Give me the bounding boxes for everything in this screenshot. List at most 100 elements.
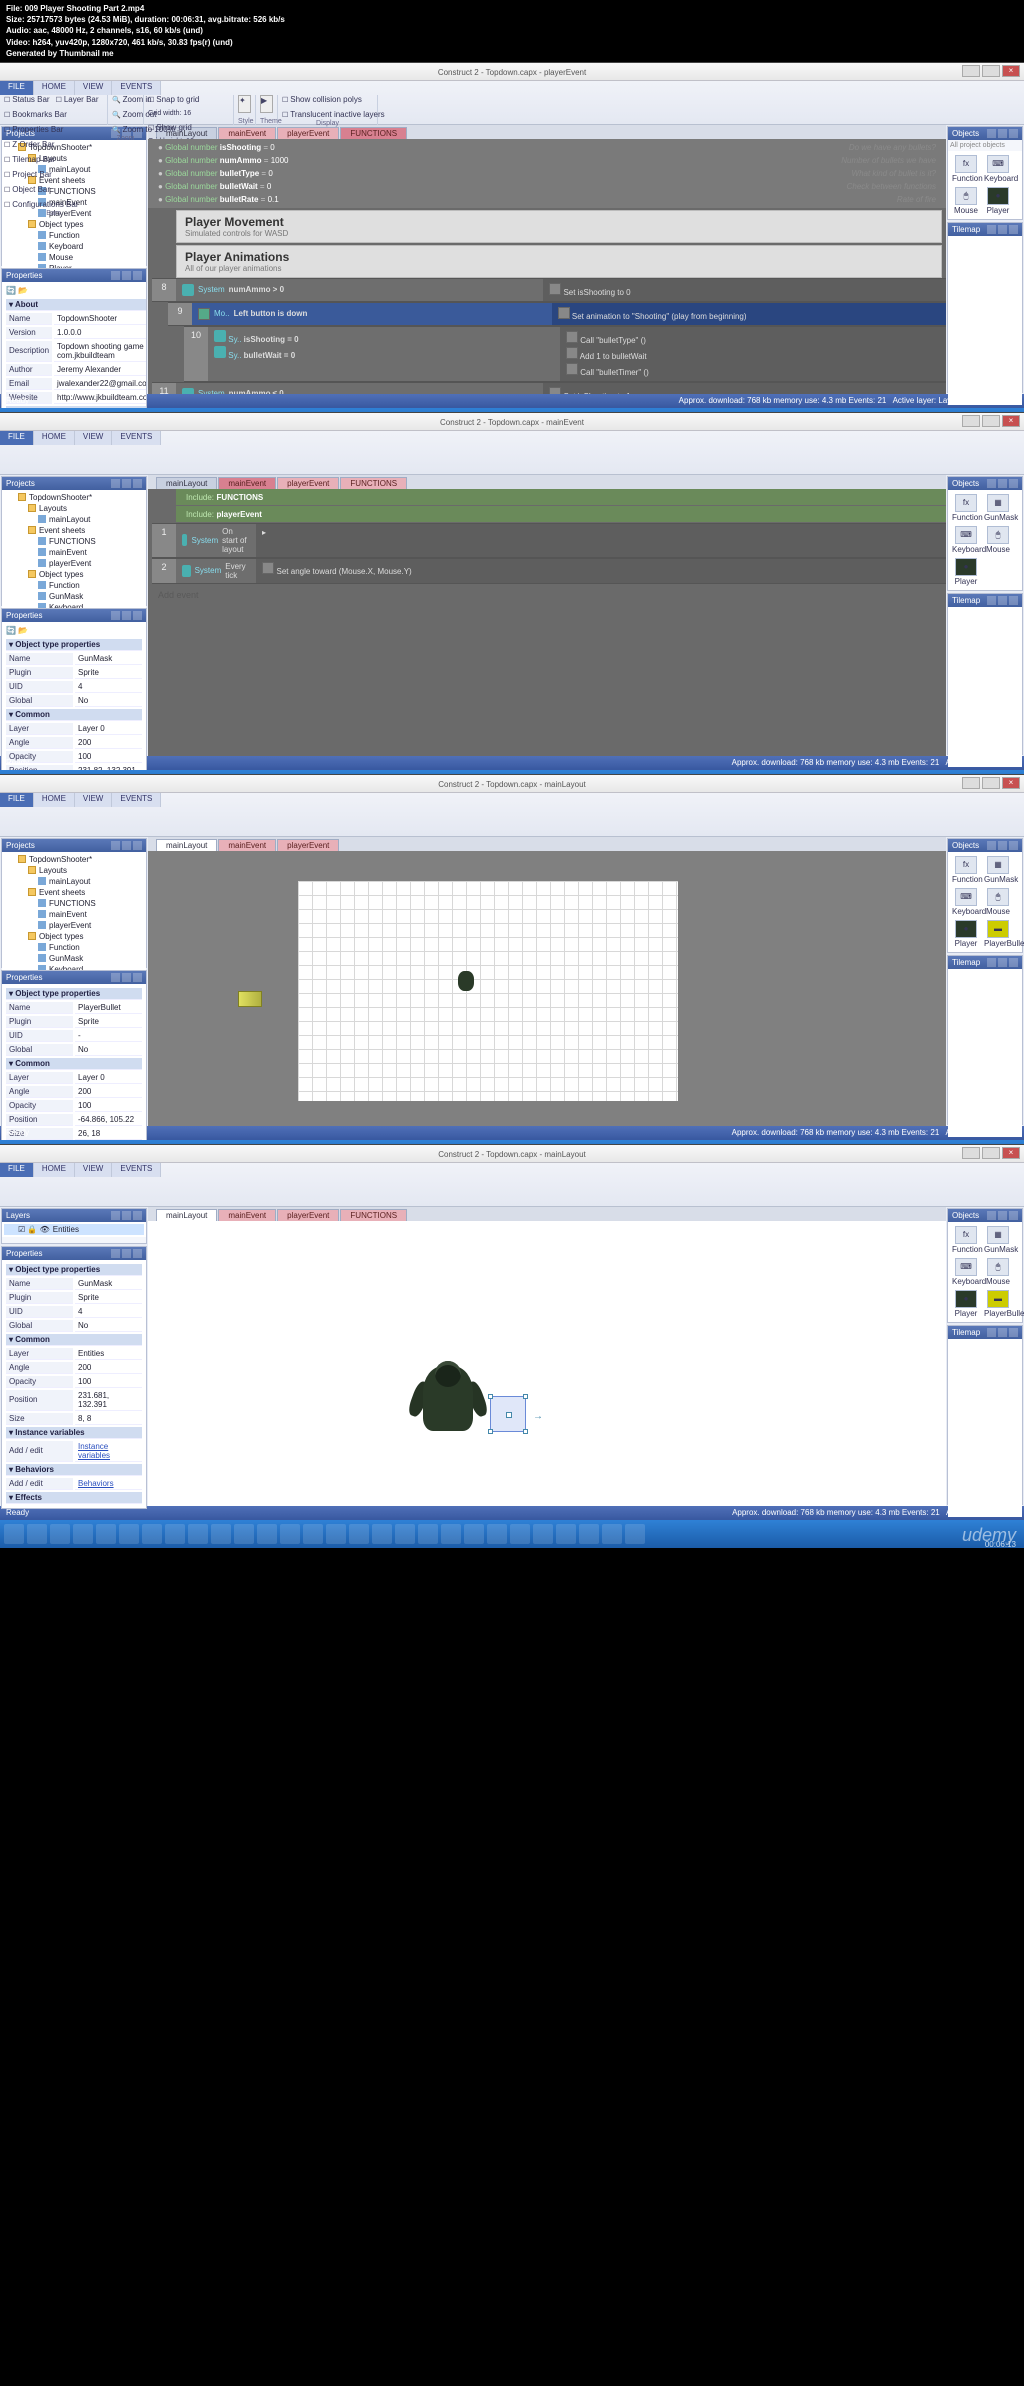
translucent[interactable]: ☐ Translucent inactive layers [282, 110, 385, 119]
gunmask-selection[interactable]: → [490, 1396, 526, 1432]
tree-item[interactable]: GunMask [4, 591, 144, 602]
mouse-icon [198, 308, 210, 320]
global-var[interactable]: ● Global number bulletRate = 0.1Rate of … [148, 193, 946, 206]
status-bar: ReadyApprox. download: 768 kb memory use… [0, 394, 1024, 408]
layer-entities[interactable]: ☑ 🔒 👁 Entities [4, 1224, 144, 1235]
tree-item[interactable]: mainEvent [4, 547, 144, 558]
include-functions[interactable]: Include: Include: FUNCTIONSFUNCTIONS [176, 489, 946, 505]
chk-properties[interactable]: ☐ Properties Bar [4, 125, 63, 134]
ribbon-tab-view[interactable]: VIEW [75, 81, 112, 95]
object-mouse[interactable]: 🖱Mouse [952, 187, 980, 215]
player-sprite-enlarged[interactable] [408, 1361, 488, 1441]
file-info-header: File: 009 Player Shooting Part 2.mp4 Siz… [0, 0, 1024, 62]
ribbon: FILE HOME VIEW EVENTS ☐ Status Bar ☐ Lay… [0, 81, 1024, 125]
tree-item[interactable]: mainEvent [4, 909, 144, 920]
tree-item[interactable]: mainLayout [4, 876, 144, 887]
global-var[interactable]: ● Global number isShooting = 0Do we have… [148, 141, 946, 154]
global-var[interactable]: ● Global number bulletWait = 0Check betw… [148, 180, 946, 193]
event-8[interactable]: 8 System numAmmo > 0 Set isShooting to 0 [152, 278, 946, 302]
tilemap-panel-header[interactable]: Tilemap [948, 223, 1022, 236]
object-player[interactable]: ●Player [984, 187, 1012, 215]
show-grid[interactable]: ☐ Show grid [148, 123, 192, 132]
tree-item[interactable]: Object types [4, 931, 144, 942]
layout-view[interactable] [148, 851, 946, 1126]
global-var[interactable]: ● Global number numAmmo = 1000Number of … [148, 154, 946, 167]
chk-object[interactable]: ☐ Object Bar [4, 185, 50, 194]
minimize-button[interactable] [962, 65, 980, 77]
style-icon[interactable]: ✦ [238, 95, 251, 113]
chk-project[interactable]: ☐ Project Bar [4, 170, 52, 179]
event-sheet-view[interactable]: Include: Include: FUNCTIONSFUNCTIONS Inc… [148, 489, 946, 756]
objects-grid[interactable]: fxFunction ⌨Keyboard 🖱Mouse ●Player [948, 151, 1022, 219]
ribbon-tab-file[interactable]: FILE [0, 81, 34, 95]
action-icon [549, 283, 561, 295]
tree-item[interactable]: TopdownShooter* [4, 492, 144, 503]
tab-functions[interactable]: FUNCTIONS [340, 127, 407, 139]
screenshot-1: Construct 2 - Topdown.capx - playerEvent… [0, 62, 1024, 412]
object-function[interactable]: fxFunction [952, 155, 980, 183]
layout-view[interactable]: → [148, 1221, 946, 1506]
global-var[interactable]: ● Global number bulletType = 0What kind … [148, 167, 946, 180]
event-1[interactable]: 1 System On start of layout ▸ [152, 523, 946, 558]
ribbon: FILE HOME VIEW EVENTS [0, 431, 1024, 475]
tree-item[interactable]: playerEvent [4, 558, 144, 569]
chk-statusbar[interactable]: ☐ Status Bar [4, 95, 50, 104]
chk-layerbar[interactable]: ☐ Layer Bar [56, 95, 99, 104]
ribbon-tab-home[interactable]: HOME [34, 81, 75, 95]
event-10[interactable]: 10 Sy.. isShooting = 0 Sy.. bulletWait =… [184, 326, 946, 382]
event-sheet-view[interactable]: ● Global number isShooting = 0Do we have… [148, 139, 946, 394]
event-9[interactable]: 9 Mo.. Left button is down Set animation… [168, 302, 946, 326]
window-titlebar: Construct 2 - Topdown.capx - mainEvent× [0, 413, 1024, 431]
tree-item[interactable]: FUNCTIONS [4, 898, 144, 909]
tree-item[interactable]: Layouts [4, 865, 144, 876]
action-icon [566, 347, 578, 359]
maximize-button[interactable] [982, 65, 1000, 77]
chk-config[interactable]: ☐ Configurations Bar [4, 200, 79, 209]
tree-item[interactable]: FUNCTIONS [4, 536, 144, 547]
action-icon [549, 387, 561, 394]
system-icon [182, 388, 194, 394]
properties-panel-header[interactable]: Properties [2, 269, 146, 282]
group-player-movement[interactable]: Player MovementSimulated controls for WA… [176, 210, 942, 243]
event-11[interactable]: 11 System numAmmo ≤ 0 Set isShooting to … [152, 382, 946, 394]
tree-item[interactable]: Function [4, 580, 144, 591]
screenshot-4: Construct 2 - Topdown.capx - mainLayout×… [0, 1144, 1024, 1524]
objects-panel-header[interactable]: Objects [948, 127, 1022, 140]
chk-tilemap[interactable]: ☐ Tilemap Bar [4, 155, 55, 164]
player-bullet-sprite[interactable] [238, 991, 262, 1007]
ribbon-tab-events[interactable]: EVENTS [112, 81, 161, 95]
action-icon [566, 331, 578, 343]
event-2[interactable]: 2 System Every tick Set angle toward (Mo… [152, 558, 946, 584]
player-sprite[interactable] [458, 971, 474, 991]
run-icon[interactable]: ▶ [260, 95, 273, 113]
tree-item[interactable]: Function [4, 230, 144, 241]
screenshot-3: Construct 2 - Topdown.capx - mainLayout×… [0, 774, 1024, 1144]
show-collision[interactable]: ☐ Show collision polys [282, 95, 362, 104]
system-icon [214, 330, 226, 342]
system-icon [214, 346, 226, 358]
tree-item[interactable]: Event sheets [4, 887, 144, 898]
snap-grid[interactable]: ☐ Snap to grid [148, 95, 199, 104]
group-player-animations[interactable]: Player AnimationsAll of our player anima… [176, 245, 942, 278]
tree-item[interactable]: Layouts [4, 503, 144, 514]
tree-item[interactable]: playerEvent [4, 920, 144, 931]
chk-bookmarks[interactable]: ☐ Bookmarks Bar [4, 110, 67, 119]
close-button[interactable]: × [1002, 65, 1020, 77]
tree-item[interactable]: Keyboard [4, 241, 144, 252]
include-playerevent[interactable]: Include: playerEvent [176, 506, 946, 522]
chk-zorder[interactable]: ☐ Z Order Bar [4, 140, 54, 149]
tree-item[interactable]: TopdownShooter* [4, 854, 144, 865]
object-keyboard[interactable]: ⌨Keyboard [984, 155, 1012, 183]
system-icon [182, 284, 194, 296]
tree-item[interactable]: Object types [4, 569, 144, 580]
tab-playerevent[interactable]: playerEvent [277, 127, 339, 139]
tree-item[interactable]: mainLayout [4, 514, 144, 525]
grid-w[interactable]: Grid width: 16 [148, 110, 191, 117]
tree-item[interactable]: GunMask [4, 953, 144, 964]
tree-item[interactable]: Object types [4, 219, 144, 230]
tree-item[interactable]: Function [4, 942, 144, 953]
tree-item[interactable]: Event sheets [4, 525, 144, 536]
tree-item[interactable]: Mouse [4, 252, 144, 263]
screenshot-2: Construct 2 - Topdown.capx - mainEvent× … [0, 412, 1024, 774]
center-tabs: mainLayout mainEvent playerEvent FUNCTIO… [148, 125, 946, 139]
